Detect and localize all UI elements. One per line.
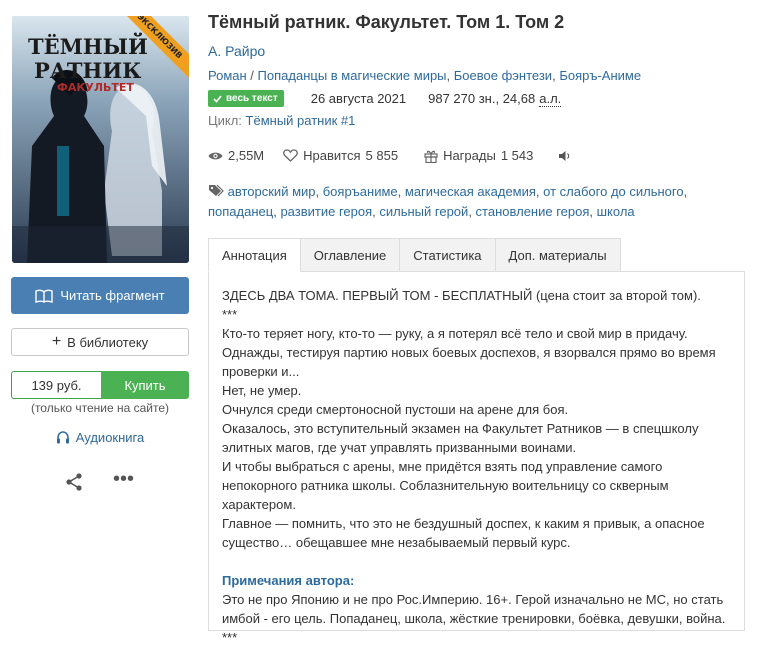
cycle-info: Цикл: Тёмный ратник #1 [208,113,355,128]
annotation-line: И чтобы выбраться с арены, мне придётся … [222,459,669,512]
read-fragment-button[interactable]: Читать фрагмент [11,277,189,314]
genre-list: Роман / Попаданцы в магические миры, Бое… [208,68,642,83]
book-title: Тёмный ратник. Факультет. Том 1. Том 2 [208,12,565,32]
annotation-line: Очнулся среди смертоносной пустоши на ар… [222,402,569,417]
author-notes-line: Это не про Японию и не про Рос.Империю. … [222,592,726,626]
annotation-text: ЗДЕСЬ ДВА ТОМА. ПЕРВЫЙ ТОМ - БЕСПЛАТНЫЙ … [222,286,737,647]
genre-link[interactable]: Боевое фэнтези [454,68,552,83]
annotation-line: Кто-то теряет ногу, кто-то — руку, а я п… [222,326,688,341]
book-meta: весь текст 26 августа 2021 987 270 зн., … [208,90,562,107]
annotation-line: ЗДЕСЬ ДВА ТОМА. ПЕРВЫЙ ТОМ - БЕСПЛАТНЫЙ … [222,288,701,303]
add-library-button[interactable]: + В библиотеку [11,328,189,356]
audiobook-label: Аудиокнига [75,430,145,445]
size-unit: а.л. [539,90,562,107]
status-badge-label: весь текст [226,93,278,104]
tag-link[interactable]: бояръаниме [323,184,398,199]
author-notes-line: *** [222,630,238,645]
tag-link[interactable]: развитие героя [280,204,372,219]
tag-link[interactable]: авторский мир [228,184,316,199]
read-fragment-label: Читать фрагмент [60,288,165,303]
share-icon[interactable] [64,472,84,492]
tag-link[interactable]: школа [597,204,635,219]
speaker-icon[interactable] [558,150,571,162]
add-library-label: В библиотеку [67,334,149,350]
gift-icon [424,150,438,163]
tab-annotation[interactable]: Аннотация [208,238,301,272]
book-stats: 2,55M Нравится 5 855 Награды 1 543 [208,148,571,163]
cover-title-line2: РАТНИК [34,58,141,83]
genre-link[interactable]: Попаданцы в магические миры [258,68,447,83]
tag-link[interactable]: сильный герой [379,204,468,219]
cover-title-line1: ТЁМНЫЙ [28,33,148,59]
tag-link[interactable]: от слабого до сильного [543,184,683,199]
annotation-line: Оказалось, это вступительный экзамен на … [222,421,699,455]
tag-link[interactable]: магическая академия [405,184,536,199]
tab-extra-materials[interactable]: Доп. материалы [495,238,621,272]
eye-icon [208,152,223,159]
tag-link[interactable]: становление героя [476,204,590,219]
author-link[interactable]: А. Райро [208,43,265,59]
plus-icon: + [51,333,62,350]
tag-link[interactable]: попаданец [208,204,273,219]
heart-icon [283,149,299,162]
likes-count: 5 855 [365,148,399,163]
cycle-link[interactable]: Тёмный ратник #1 [246,113,356,128]
genre-link[interactable]: Бояръ-Аниме [559,68,641,83]
price-display: 139 руб. [11,371,101,399]
annotation-line: Нет, не умер. [222,383,302,398]
tab-contents[interactable]: Оглавление [300,238,401,272]
tab-statistics[interactable]: Статистика [400,238,496,272]
author-notes-title: Примечания автора: [222,573,355,588]
buy-note: (только чтение на сайте) [30,401,170,415]
views-stat: 2,55M [208,148,264,163]
book-open-icon [35,289,54,303]
headphones-icon [56,431,69,444]
annotation-line: Главное — помнить, что это не бездушный … [222,516,705,550]
annotation-line: *** [222,307,238,322]
genre-link[interactable]: Роман [208,68,247,83]
check-icon [213,94,222,103]
publish-date: 26 августа 2021 [310,91,407,106]
book-cover[interactable]: ТЁМНЫЙ РАТНИК ФАКУЛЬТЕТ ЭКСКЛЮЗИВ [12,16,189,263]
book-size: 987 270 зн., 24,68 [428,91,536,106]
annotation-line: Однажды, тестируя партию новых боевых до… [222,345,716,379]
likes-label: Нравится [303,148,361,163]
buy-button[interactable]: Купить [101,371,189,399]
cover-title-line3: ФАКУЛЬТЕТ [57,81,134,94]
awards-count: 1 543 [500,148,534,163]
tag-list: авторский мир, бояръаниме, магическая ак… [208,184,688,219]
views-count: 2,55M [228,148,265,163]
awards-stat[interactable]: Награды 1 543 [424,148,533,163]
tag-icon [209,184,224,197]
cycle-label: Цикл: [208,113,242,128]
more-options-icon[interactable]: ••• [113,469,135,492]
awards-label: Награды [443,148,496,163]
audiobook-link[interactable]: Аудиокнига [11,430,189,445]
likes-stat[interactable]: Нравится 5 855 [283,148,398,163]
tab-bar: Аннотация Оглавление Статистика Доп. мат… [208,238,621,272]
status-badge: весь текст [208,90,284,107]
